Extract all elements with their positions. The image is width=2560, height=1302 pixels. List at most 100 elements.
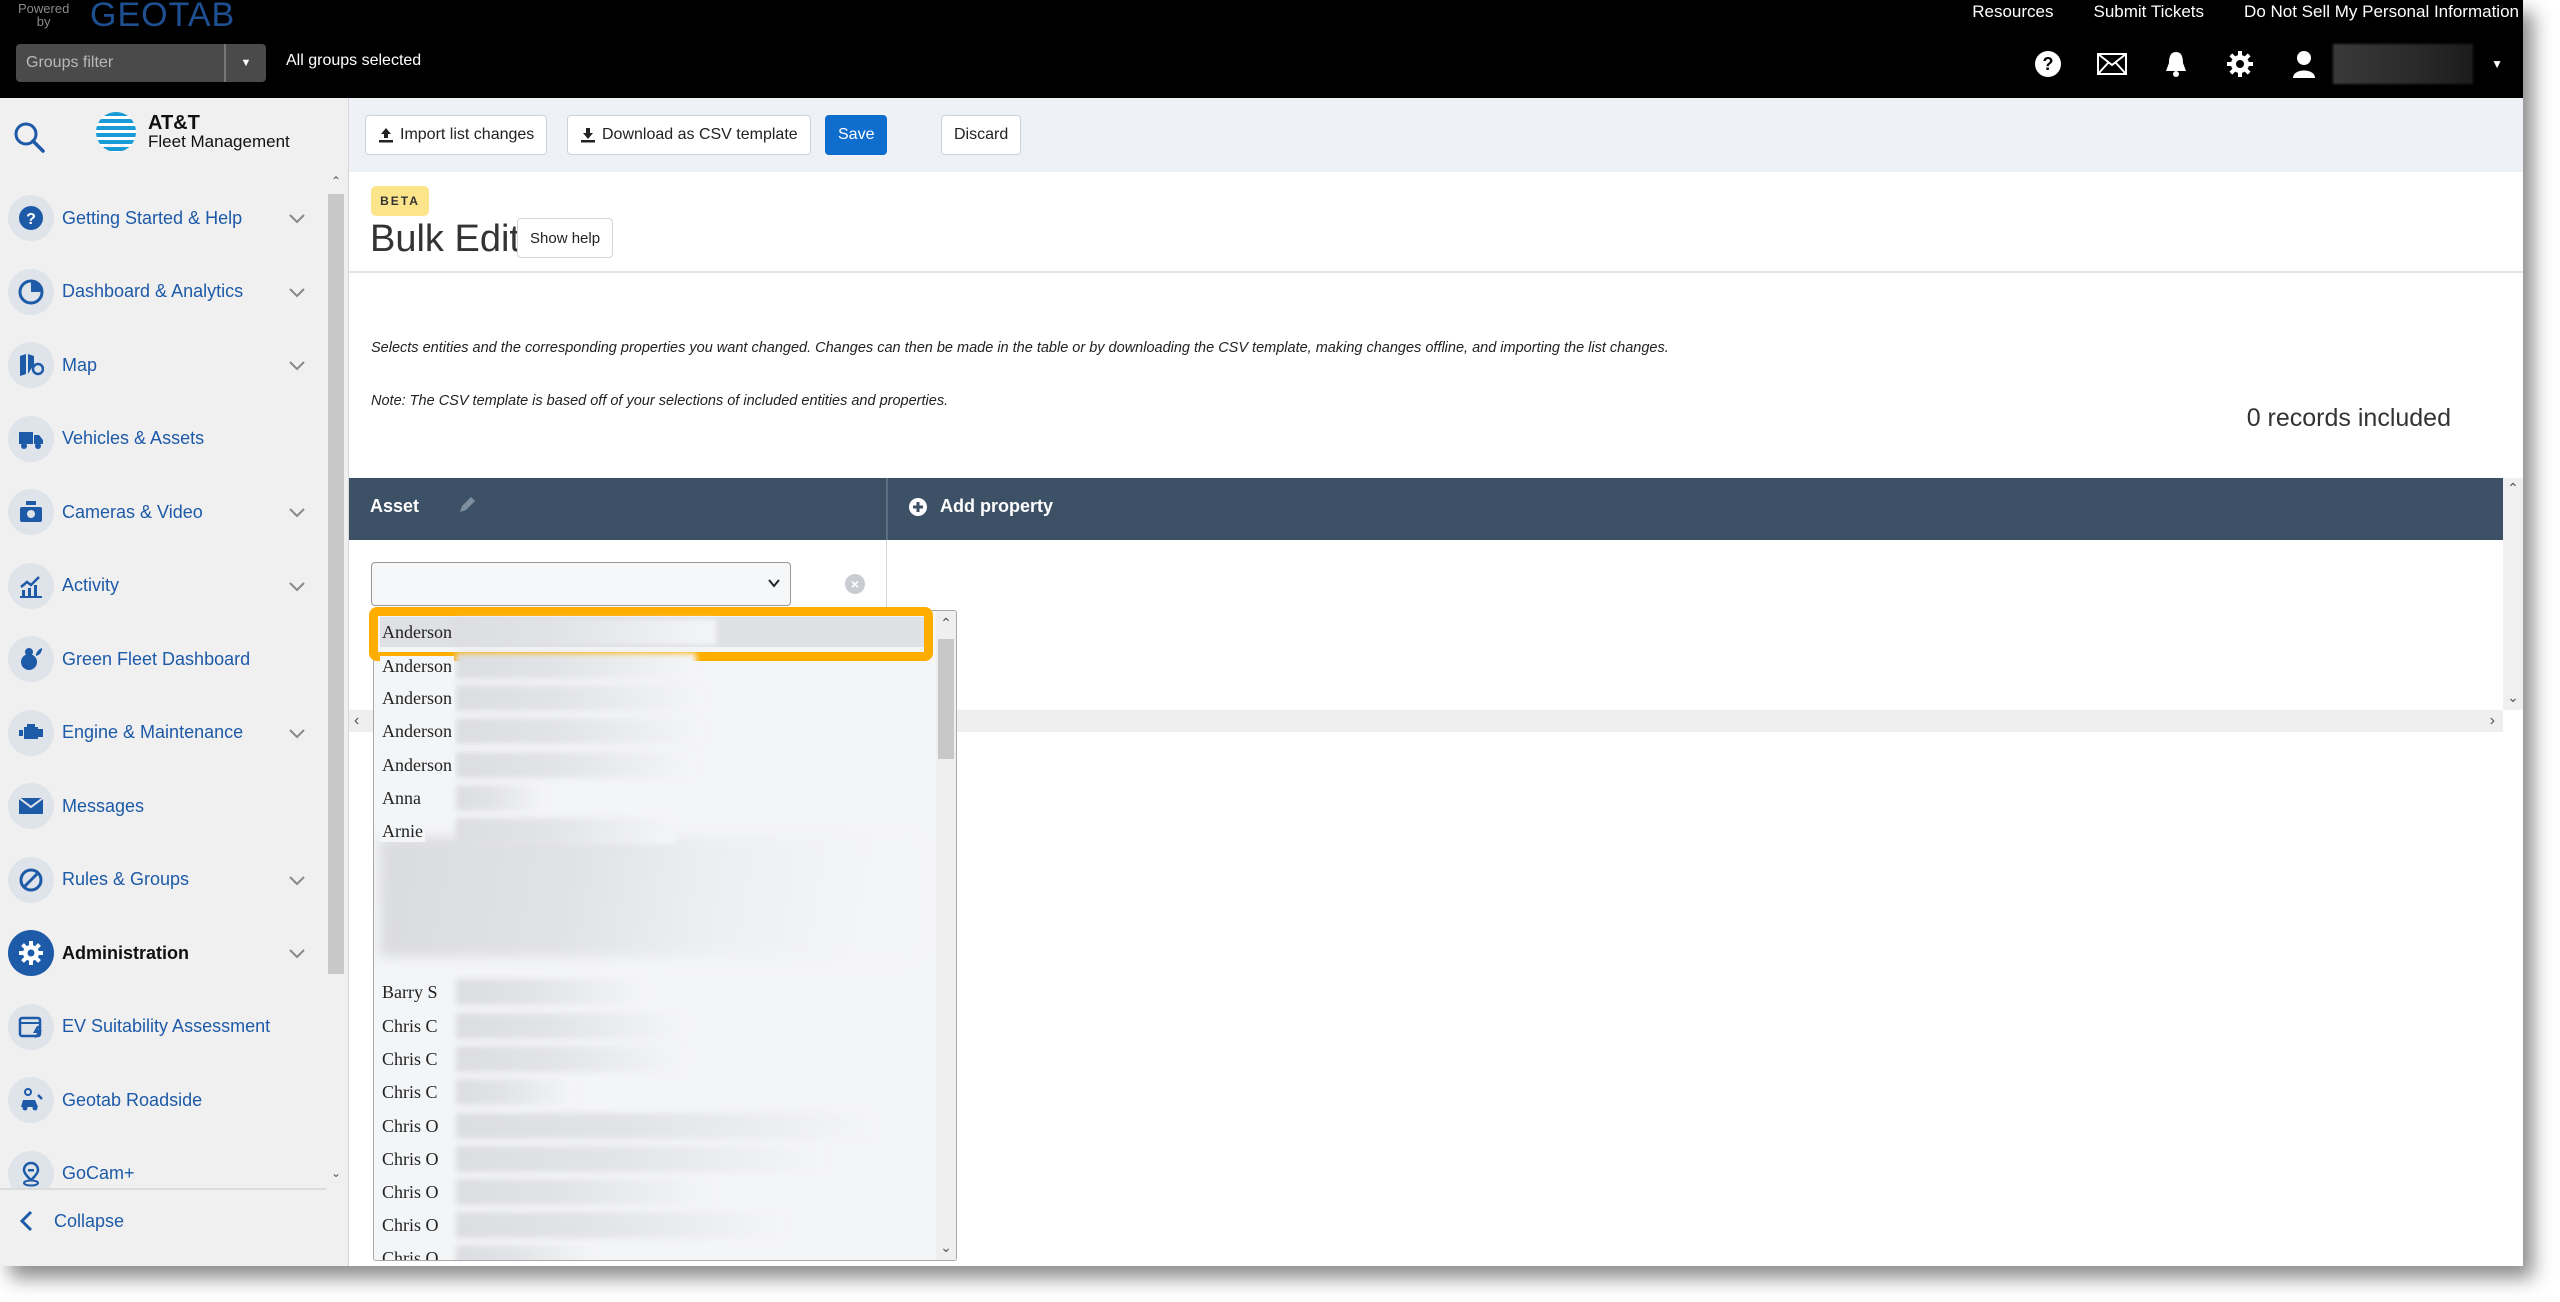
sidebar-scrollbar[interactable]: ⌃ ⌄ [326,174,346,1184]
sidebar-item-messages[interactable]: Messages [0,776,326,836]
sidebar-item-dashboard-analytics[interactable]: Dashboard & Analytics [0,262,326,322]
option-label: Anna [380,787,423,809]
sidebar-item-green-fleet-dashboard[interactable]: Green Fleet Dashboard [0,629,326,689]
scroll-down-icon[interactable]: ⌄ [2503,689,2523,706]
user-menu-caret-icon[interactable]: ▼ [2491,57,2503,71]
plus-circle-icon [909,497,927,516]
gear-icon[interactable] [2225,49,2255,79]
redacted-text [456,653,696,679]
redacted-text [456,818,676,844]
do-not-sell-link[interactable]: Do Not Sell My Personal Information [2244,2,2519,22]
dropdown-option[interactable]: Barry S [380,977,928,1007]
dropdown-option[interactable]: Chris O [380,1144,928,1174]
dropdown-option[interactable]: Chris O [380,1243,928,1260]
sidebar-item-map[interactable]: Map [0,335,326,395]
import-list-changes-button[interactable]: Import list changes [365,115,548,155]
sidebar-item-label: Green Fleet Dashboard [62,648,251,669]
redacted-text [456,1212,786,1238]
redacted-text [456,1179,716,1205]
bell-icon[interactable] [2161,49,2191,79]
chevron-down-icon[interactable] [288,724,306,742]
engine-icon [8,709,54,756]
clear-row-icon[interactable]: × [845,574,865,594]
show-help-button[interactable]: Show help [517,218,614,258]
chevron-down-icon[interactable] [288,871,306,889]
sidebar-item-label: Map [62,354,98,375]
user-icon[interactable] [2289,49,2319,79]
groups-filter-input[interactable]: Groups filter [16,54,224,72]
asset-select[interactable] [371,562,791,606]
table-vertical-scrollbar[interactable]: ⌃ ⌄ [2503,478,2523,710]
dropdown-option[interactable]: Chris C [380,1011,928,1041]
sidebar-item-activity[interactable]: Activity [0,556,326,616]
ev-assessment-icon [8,1003,54,1050]
scroll-down-icon[interactable]: ⌄ [936,1239,956,1256]
sidebar-item-administration[interactable]: Administration [0,923,326,983]
dropdown-option[interactable]: Anderson [380,683,928,713]
option-label: Anderson [380,720,454,742]
scroll-up-icon[interactable]: ⌃ [326,174,346,192]
dropdown-option[interactable]: Chris O [380,1111,928,1141]
dropdown-option[interactable]: Anderson [380,651,928,681]
chevron-down-icon[interactable] [288,944,306,962]
chevron-down-icon[interactable] [288,209,306,227]
dropdown-option[interactable]: Chris C [380,1077,928,1107]
svg-text:?: ? [26,211,36,228]
dropdown-option[interactable]: Anderson [380,750,928,780]
sidebar-item-engine-maintenance[interactable]: Engine & Maintenance [0,703,326,763]
dropdown-scroll-thumb[interactable] [938,639,954,759]
sidebar-item-geotab-roadside[interactable]: Geotab Roadside [0,1070,326,1130]
option-label: Chris O [380,1181,441,1203]
redacted-text [456,685,706,711]
svg-text:?: ? [2043,54,2054,74]
chevron-down-icon[interactable] [288,283,306,301]
pencil-icon[interactable] [456,494,480,518]
sidebar-scroll-thumb[interactable] [328,194,344,974]
groups-filter-dropdown-icon[interactable]: ▼ [224,44,266,82]
submit-tickets-link[interactable]: Submit Tickets [2094,2,2205,22]
dropdown-option[interactable]: Anderson [380,617,928,647]
mail-icon[interactable] [2097,49,2128,79]
dropdown-option[interactable]: Chris O [380,1177,928,1207]
groups-filter[interactable]: Groups filter ▼ [16,44,266,82]
option-label: Chris O [380,1115,441,1137]
scroll-down-icon[interactable]: ⌄ [326,1166,346,1184]
scroll-left-icon[interactable]: ‹ [354,712,359,730]
collapse-label: Collapse [54,1210,125,1231]
user-name-redacted[interactable] [2333,44,2474,84]
chevron-down-icon[interactable] [288,356,306,374]
option-label: Chris C [380,1048,440,1070]
redacted-text [456,718,706,744]
redacted-text [456,979,646,1005]
truck-icon [8,415,54,462]
scroll-up-icon[interactable]: ⌃ [2503,480,2523,497]
dropdown-option[interactable]: Chris C [380,1044,928,1074]
roadside-icon [8,1077,54,1123]
sidebar-item-rules-groups[interactable]: Rules & Groups [0,850,326,910]
dropdown-option[interactable]: Arnie [380,816,928,846]
save-button[interactable]: Save [825,115,888,155]
dropdown-option[interactable]: Anderson [380,716,928,746]
dropdown-option[interactable]: Chris O [380,1210,928,1240]
sidebar-item-gocam[interactable]: GoCam+ [0,1144,326,1188]
att-brand-logo[interactable]: AT&T Fleet Management [96,112,290,152]
dropdown-scrollbar[interactable]: ⌃ ⌄ [936,611,956,1260]
discard-button[interactable]: Discard [941,115,1022,155]
sidebar-item-cameras-video[interactable]: Cameras & Video [0,482,326,542]
add-property-button[interactable]: Add property [908,496,1053,517]
chevron-down-icon[interactable] [288,577,306,595]
asset-dropdown-list[interactable]: ⌃ ⌄ Anderson Anderson Anderson Anderson Ande… [373,610,957,1261]
resources-link[interactable]: Resources [1972,2,2053,22]
search-icon[interactable] [12,120,46,154]
chevron-down-icon[interactable] [288,503,306,521]
redacted-text [456,619,716,645]
sidebar-item-getting-started-help[interactable]: ? Getting Started & Help [0,188,326,248]
sidebar-item-vehicles-assets[interactable]: Vehicles & Assets [0,409,326,469]
sidebar-item-ev-suitability-assessment[interactable]: EV Suitability Assessment [0,997,326,1057]
scroll-right-icon[interactable]: › [2490,712,2495,730]
collapse-button[interactable]: Collapse [18,1210,124,1232]
download-csv-button[interactable]: Download as CSV template [567,115,811,155]
dropdown-option[interactable]: Anna [380,783,928,813]
scroll-up-icon[interactable]: ⌃ [936,615,956,632]
help-icon[interactable]: ? [2033,49,2063,79]
